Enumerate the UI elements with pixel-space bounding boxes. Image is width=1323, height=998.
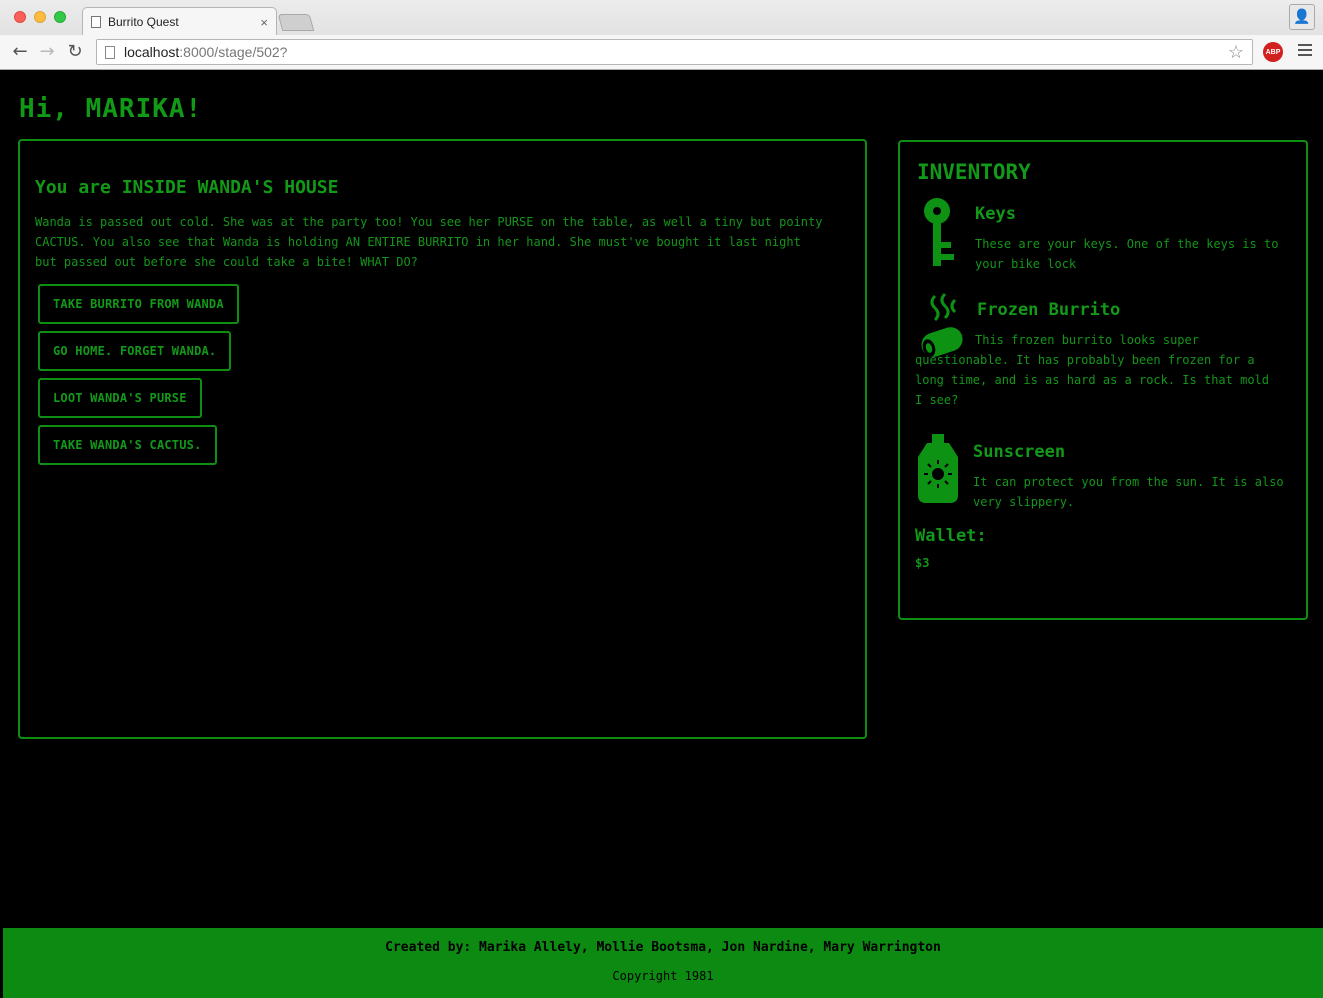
browser-tab[interactable]: Burrito Quest × (82, 7, 277, 36)
item-name: Sunscreen (973, 442, 1066, 462)
back-icon[interactable]: ← (10, 41, 30, 62)
menu-icon[interactable] (1298, 44, 1312, 59)
stage-description: Wanda is passed out cold. She was at the… (35, 215, 823, 269)
wallet-value: $3 (915, 556, 930, 570)
inventory-title: INVENTORY (917, 160, 1031, 184)
item-description: This frozen burrito looks super question… (915, 333, 1270, 407)
credits-text: Created by: Marika Allely, Mollie Bootsm… (385, 940, 941, 955)
game-page: Hi, MARIKA! You are INSIDE WANDA'S HOUSE… (3, 70, 1323, 998)
burrito-icon (921, 292, 963, 357)
take-burrito-button[interactable]: TAKE BURRITO FROM WANDA (38, 284, 239, 324)
profile-icon[interactable]: 👤 (1289, 4, 1315, 30)
copyright-text: Copyright 1981 (612, 969, 714, 983)
forward-icon[interactable]: → (37, 41, 57, 62)
url-host: localhost (124, 44, 180, 60)
key-icon (924, 198, 954, 266)
stage-heading: You are INSIDE WANDA'S HOUSE (35, 177, 339, 198)
close-tab-icon[interactable]: × (260, 15, 268, 30)
page-icon (91, 16, 101, 28)
item-name: Frozen Burrito (977, 300, 1121, 320)
loot-purse-button[interactable]: LOOT WANDA'S PURSE (38, 378, 202, 418)
adblock-icon[interactable]: ABP (1263, 42, 1283, 62)
inventory-item-frozen-burrito: Frozen Burrito This frozen burrito looks… (915, 292, 1291, 416)
minimize-window-button[interactable] (34, 11, 46, 23)
address-bar[interactable]: localhost:8000/stage/502? ☆ (96, 39, 1253, 65)
item-description: It can protect you from the sun. It is a… (973, 475, 1284, 509)
wallet-label: Wallet: (915, 526, 987, 546)
inventory-item-sunscreen: Sunscreen It can protect you from the su… (915, 434, 1291, 509)
footer: Created by: Marika Allely, Mollie Bootsm… (3, 928, 1323, 998)
item-name: Keys (975, 204, 1016, 224)
url-path: :8000/stage/502? (179, 44, 288, 60)
inventory-panel: INVENTORY Keys These are your keys. One … (898, 140, 1308, 620)
bookmark-star-icon[interactable]: ☆ (1228, 42, 1244, 63)
choice-list: TAKE BURRITO FROM WANDA GO HOME. FORGET … (38, 284, 850, 465)
stage-panel: You are INSIDE WANDA'S HOUSE Wanda is pa… (18, 139, 867, 739)
go-home-button[interactable]: GO HOME. FORGET WANDA. (38, 331, 232, 371)
sunscreen-icon (918, 434, 958, 503)
inventory-item-keys: Keys These are your keys. One of the key… (915, 198, 1291, 280)
wallet-section: Wallet: $3 (915, 526, 1291, 570)
window-controls (14, 11, 66, 23)
navigation-bar: ← → ↻ localhost:8000/stage/502? ☆ ABP (0, 35, 1323, 69)
close-window-button[interactable] (14, 11, 26, 23)
zoom-window-button[interactable] (54, 11, 66, 23)
take-cactus-button[interactable]: TAKE WANDA'S CACTUS. (38, 425, 217, 465)
tab-title: Burrito Quest (108, 15, 179, 29)
reload-icon[interactable]: ↻ (65, 41, 85, 62)
page-info-icon (105, 45, 115, 59)
item-description: These are your keys. One of the keys is … (975, 237, 1279, 271)
browser-chrome: Burrito Quest × 👤 ← → ↻ localhost:8000/s… (0, 0, 1323, 70)
new-tab-button[interactable] (277, 14, 315, 31)
greeting-heading: Hi, MARIKA! (19, 94, 203, 124)
